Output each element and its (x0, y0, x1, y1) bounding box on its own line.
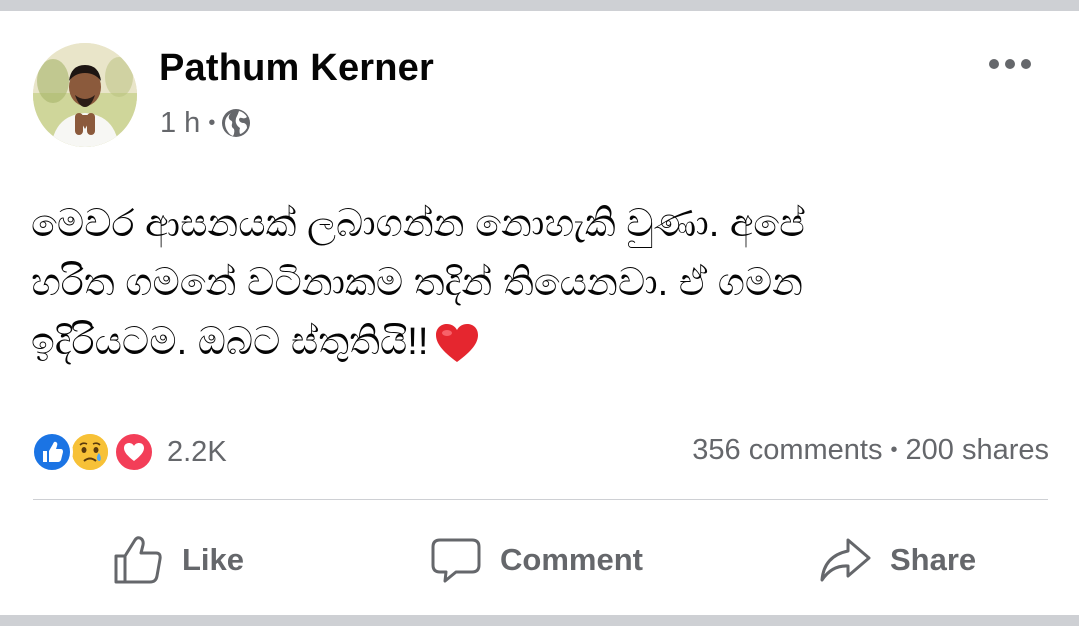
divider (33, 499, 1048, 500)
love-reaction-icon (113, 431, 155, 473)
sad-reaction-icon (69, 431, 111, 473)
more-options-icon (989, 59, 1031, 69)
post-meta: 1 h • (160, 106, 251, 140)
reaction-summary[interactable]: 2.2K (31, 431, 227, 473)
author-name[interactable]: Pathum Kerner (159, 47, 434, 90)
globe-icon[interactable] (221, 108, 251, 138)
thumbs-up-icon (114, 536, 162, 584)
post-time[interactable]: 1 h (160, 107, 200, 140)
more-options-button[interactable] (982, 49, 1038, 79)
avatar[interactable] (33, 43, 137, 147)
reaction-icons (31, 431, 159, 473)
comment-bubble-icon (431, 538, 481, 583)
share-button[interactable]: Share (818, 532, 976, 588)
comment-label: Comment (500, 542, 643, 577)
post-body: මෙවර ආසනයක් ලබාගන්න නොහැකි වුණා. අපේ හරි… (31, 195, 1051, 382)
like-label: Like (182, 542, 245, 577)
comments-count[interactable]: 356 comments (692, 434, 882, 467)
meta-separator: • (208, 112, 216, 134)
heart-emoji-icon (434, 322, 480, 382)
post-text: මෙවර ආසනයක් ලබාගන්න නොහැකි වුණා. අපේ හරි… (31, 203, 805, 363)
like-reaction-icon (31, 431, 73, 473)
comment-button[interactable]: Comment (430, 532, 643, 588)
post-card: Pathum Kerner 1 h • මෙවර ආසනයක් ලබාගන්න … (0, 11, 1079, 615)
like-button[interactable]: Like (112, 532, 244, 588)
engagement-stats: 356 comments • 200 shares (692, 434, 1049, 467)
shares-count[interactable]: 200 shares (906, 434, 1050, 467)
share-label: Share (890, 542, 977, 577)
reaction-count: 2.2K (167, 435, 227, 468)
stats-separator: • (890, 439, 898, 461)
share-arrow-icon (820, 538, 871, 582)
